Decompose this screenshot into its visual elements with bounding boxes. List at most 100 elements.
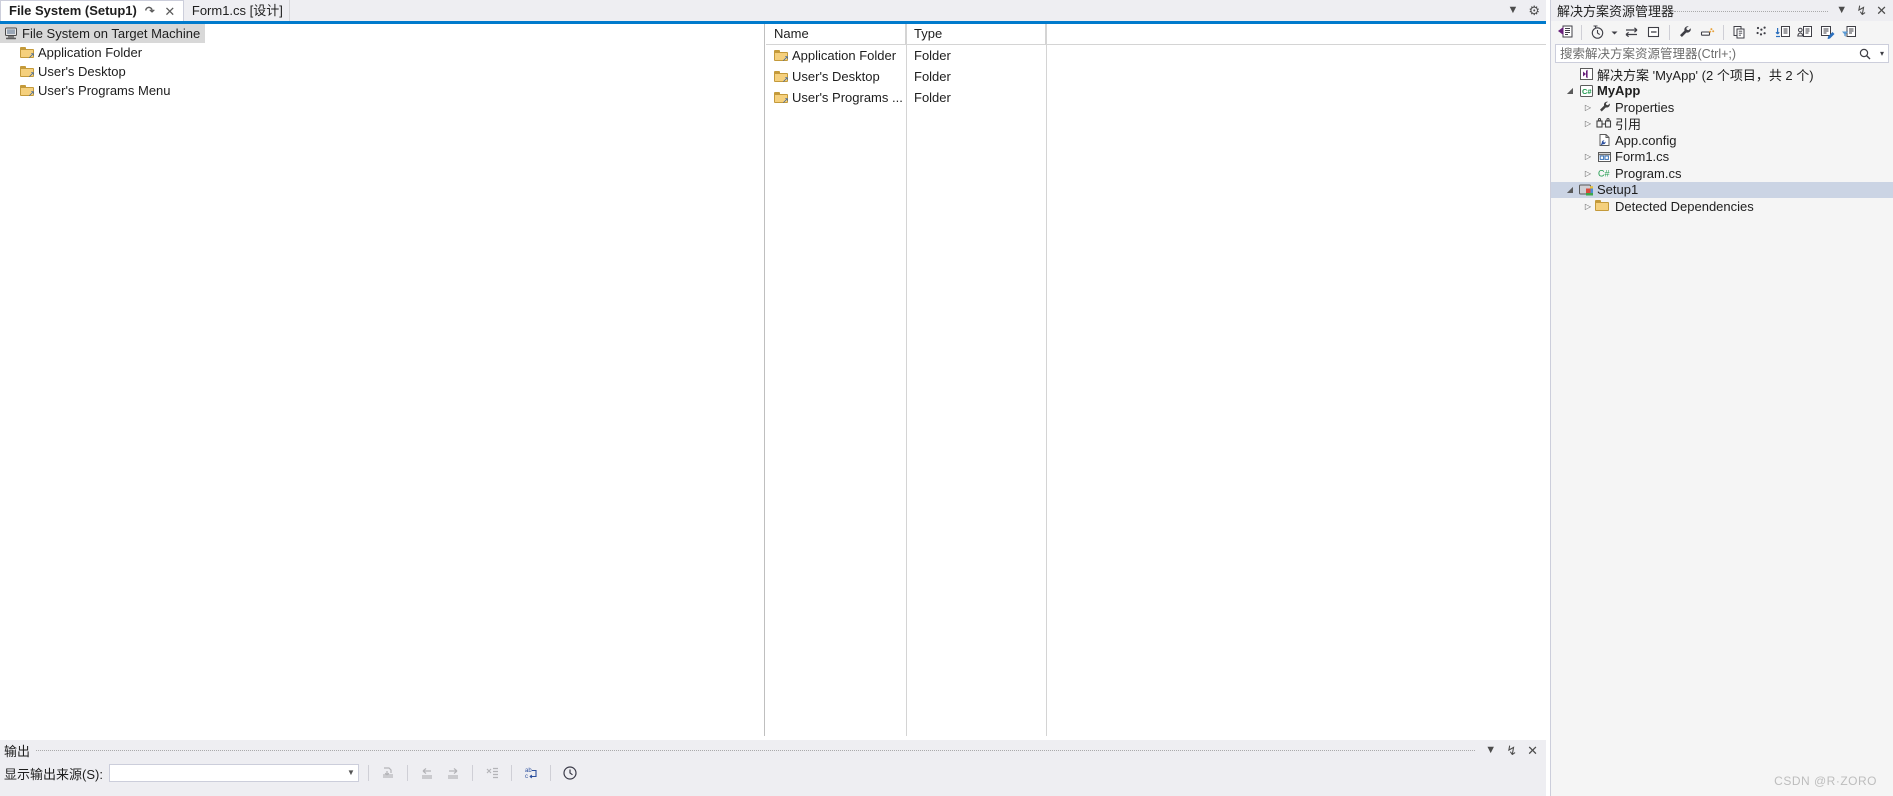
- toolbar-separator: [1669, 24, 1670, 40]
- tree-item-detected-dependencies[interactable]: ▷ Detected Dependencies: [1551, 198, 1893, 215]
- output-dropdown-icon[interactable]: ▼: [1485, 744, 1496, 756]
- solution-explorer-search-box[interactable]: ▾: [1555, 44, 1889, 63]
- solution-explorer-pin-icon[interactable]: ↯: [1856, 4, 1867, 17]
- table-row[interactable]: ↗ Application Folder Folder: [766, 45, 1546, 66]
- tab-file-system-setup1[interactable]: File System (Setup1) ↷ ✕: [0, 0, 184, 21]
- toggle-word-wrap-icon[interactable]: [482, 763, 502, 783]
- pending-changes-filter-icon[interactable]: [1773, 22, 1794, 42]
- preview-selected-items-icon[interactable]: [1751, 22, 1772, 42]
- csharp-project-icon: C#: [1577, 84, 1595, 98]
- file-list-cell-name: ↗ User's Programs ...: [766, 90, 906, 105]
- file-list-cell-type: Folder: [914, 69, 951, 84]
- column-header-empty: [1046, 24, 1546, 44]
- fs-tree-root-node[interactable]: File System on Target Machine: [0, 24, 205, 43]
- target-machine-icon: [4, 27, 22, 40]
- view-code-icon[interactable]: [1795, 22, 1816, 42]
- toolbar-separator: [367, 765, 369, 781]
- column-header-name[interactable]: Name: [766, 24, 906, 44]
- file-list-cell-name: ↗ User's Desktop: [766, 69, 906, 84]
- collapse-all-icon[interactable]: [1643, 22, 1664, 42]
- solution-explorer-toolbar: [1551, 21, 1893, 43]
- file-list-cell-type: Folder: [914, 48, 951, 63]
- sync-with-active-document-icon[interactable]: [1621, 22, 1642, 42]
- document-tab-strip: File System (Setup1) ↷ ✕ Form1.cs [设计] ▼…: [0, 0, 1546, 21]
- windows-form-icon: [1595, 150, 1613, 164]
- search-options-chevron-icon[interactable]: ▾: [1876, 49, 1888, 58]
- solution-explorer-close-icon[interactable]: ✕: [1876, 4, 1887, 17]
- search-input[interactable]: [1556, 44, 1854, 63]
- tree-item-program-cs[interactable]: ▷ C# Program.cs: [1551, 165, 1893, 182]
- expander-collapsed-icon[interactable]: ▷: [1581, 119, 1595, 128]
- references-icon: [1595, 117, 1613, 131]
- folder-plain-icon: [1595, 200, 1613, 212]
- expander-expanded-icon[interactable]: ◢: [1563, 185, 1577, 194]
- properties-wrench-icon[interactable]: [1675, 22, 1696, 42]
- tab-strip-right-buttons: ▼ ⚙: [1507, 0, 1546, 21]
- table-row[interactable]: ↗ User's Desktop Folder: [766, 66, 1546, 87]
- solution-explorer-dropdown-icon[interactable]: ▼: [1836, 5, 1847, 16]
- refresh-icon[interactable]: [1729, 22, 1750, 42]
- tab-label: File System (Setup1): [9, 3, 137, 18]
- tab-pin-icon[interactable]: ↷: [143, 4, 157, 19]
- tab-close-icon[interactable]: ✕: [163, 4, 177, 19]
- tree-item-properties[interactable]: ▷ Properties: [1551, 99, 1893, 116]
- solution-explorer-dotted-rule: [1674, 10, 1829, 13]
- toolbar-separator: [406, 765, 408, 781]
- history-dropdown-icon[interactable]: [1609, 22, 1620, 42]
- visual-studio-window: File System (Setup1) ↷ ✕ Form1.cs [设计] ▼…: [0, 0, 1893, 796]
- show-output-timestamps-icon[interactable]: [560, 763, 580, 783]
- expander-collapsed-icon[interactable]: ▷: [1581, 169, 1595, 178]
- fs-tree-item-users-desktop[interactable]: ↗ User's Desktop: [0, 62, 764, 81]
- expander-collapsed-icon[interactable]: ▷: [1581, 202, 1595, 211]
- toolbar-separator: [1723, 24, 1724, 40]
- tree-item-form1-cs[interactable]: ▷ Form1.cs: [1551, 149, 1893, 166]
- go-to-next-message-icon[interactable]: [443, 763, 463, 783]
- chevron-down-icon[interactable]: ▼: [347, 769, 355, 777]
- solution-explorer-panel: 解决方案资源管理器 ▼ ↯ ✕ 搜索解决方案资源管理器(Ctrl+;) ▾ 解决…: [1550, 0, 1893, 796]
- output-source-combobox[interactable]: ▼: [108, 764, 359, 782]
- output-toolbar: 显示输出来源(S): ▼ ab c: [0, 760, 1546, 786]
- file-list-header: Name Type: [766, 24, 1546, 45]
- tab-overflow-dropdown-icon[interactable]: ▼: [1507, 5, 1518, 16]
- tree-item-label: Properties: [1615, 99, 1675, 115]
- tree-item-label: Form1.cs: [1615, 149, 1670, 165]
- toolbar-separator: [510, 765, 512, 781]
- setup-project-icon: [1577, 183, 1595, 197]
- view-designer-icon[interactable]: [1817, 22, 1838, 42]
- svg-text:C#: C#: [1598, 169, 1610, 179]
- tree-item-setup1[interactable]: ◢ Setup1: [1551, 181, 1893, 198]
- expander-collapsed-icon[interactable]: ▷: [1581, 103, 1595, 112]
- folder-shortcut-icon: ↗: [774, 49, 789, 62]
- fs-tree-item-application-folder[interactable]: ↗ Application Folder: [0, 43, 764, 62]
- clear-all-icon[interactable]: [378, 763, 398, 783]
- svg-text:C#: C#: [1582, 87, 1592, 96]
- file-name-label: Application Folder: [792, 48, 897, 63]
- tree-item-references[interactable]: ▷ 引用: [1551, 116, 1893, 132]
- back-navigation-history-icon[interactable]: [1587, 22, 1608, 42]
- solution-explorer-tree: 解决方案 'MyApp' (2 个项目，共 2 个) ◢ C# MyApp ▷: [1551, 66, 1893, 796]
- expander-collapsed-icon[interactable]: ▷: [1581, 152, 1595, 161]
- output-window-buttons: ▼ ↯ ✕: [1475, 744, 1546, 757]
- solution-explorer-home-icon[interactable]: [1555, 22, 1576, 42]
- column-header-type[interactable]: Type: [906, 24, 1046, 44]
- table-row[interactable]: ↗ User's Programs ... Folder: [766, 87, 1546, 108]
- tree-item-solution[interactable]: 解决方案 'MyApp' (2 个项目，共 2 个): [1551, 66, 1893, 83]
- tab-settings-gear-icon[interactable]: ⚙: [1528, 4, 1540, 17]
- output-pin-icon[interactable]: ↯: [1506, 744, 1517, 757]
- file-system-tree-pane: File System on Target Machine ↗ Applicat…: [0, 24, 765, 736]
- fs-tree-item-users-programs-menu[interactable]: ↗ User's Programs Menu: [0, 81, 764, 100]
- solution-icon: [1577, 67, 1595, 81]
- output-close-icon[interactable]: ✕: [1527, 744, 1538, 757]
- tree-item-app-config[interactable]: App.config: [1551, 132, 1893, 149]
- csharp-file-icon: C#: [1595, 166, 1613, 180]
- filter-icon[interactable]: [1839, 22, 1860, 42]
- tab-form1-cs-designer[interactable]: Form1.cs [设计]: [183, 0, 290, 21]
- file-list-cell-type: Folder: [914, 90, 951, 105]
- show-all-files-icon[interactable]: [1697, 22, 1718, 42]
- search-magnifier-icon[interactable]: [1854, 47, 1876, 61]
- column-divider-name: [906, 24, 907, 736]
- tree-item-myapp[interactable]: ◢ C# MyApp: [1551, 83, 1893, 100]
- go-to-previous-message-icon[interactable]: [417, 763, 437, 783]
- toggle-autoscroll-icon[interactable]: ab c: [521, 763, 541, 783]
- expander-expanded-icon[interactable]: ◢: [1563, 86, 1577, 95]
